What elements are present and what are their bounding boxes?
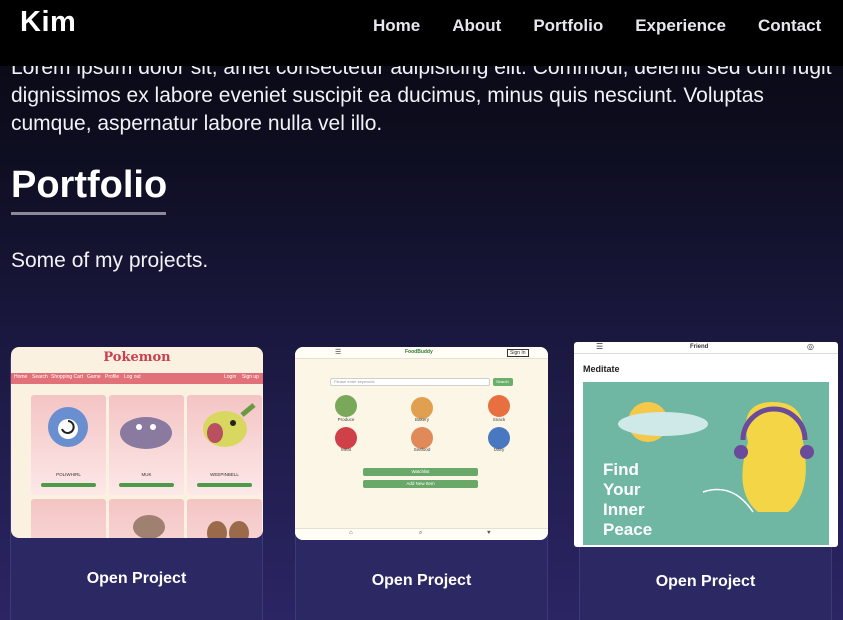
search-icon: ⌕: [419, 530, 423, 536]
shot-title: Pokemon: [103, 350, 171, 365]
nav-link-home[interactable]: Home: [373, 16, 420, 36]
shot-add-item-label: Add New Item: [406, 481, 435, 486]
menu-icon: ☰: [596, 342, 604, 351]
shot-nav-item: Game: [87, 374, 101, 380]
seafood-icon: [411, 427, 433, 449]
hero-line: Find: [603, 460, 639, 479]
intro-paragraph: Lorem ipsum dolor sit, amet consectetur …: [11, 56, 832, 135]
nav-link-about[interactable]: About: [452, 16, 501, 36]
shot-nav-item: Sign up: [242, 374, 259, 380]
pokemon-name: POLIWHIRL: [56, 472, 81, 477]
category-label: Snack: [492, 417, 506, 422]
menu-icon: ☰: [335, 349, 342, 356]
category-label: Seafood: [413, 447, 431, 452]
shot-hero: Find Your Inner Peace: [583, 382, 829, 545]
site-logo[interactable]: Kim: [20, 6, 76, 39]
bakery-icon: [411, 397, 433, 419]
pokemon-tile: [31, 499, 106, 538]
project-screenshot-foodbuddy[interactable]: ☰ FoodBuddy Sign In Please enter keyword…: [295, 347, 548, 540]
meat-icon: [335, 427, 357, 449]
shot-brand: FoodBuddy: [405, 349, 433, 355]
nav-link-experience[interactable]: Experience: [635, 16, 726, 36]
shot-bottom-bar: ⌂ ⌕ ♥: [295, 528, 548, 540]
navbar: Kim Home About Portfolio Experience Cont…: [0, 0, 843, 66]
shot-signin: Sign In: [507, 349, 529, 357]
category-label: Bakery: [414, 417, 429, 422]
pokemon-name: WEEPINBELL: [210, 472, 239, 477]
nav-links: Home About Portfolio Experience Contact: [373, 16, 821, 36]
add-to-cart-button: [41, 483, 96, 487]
user-icon: ◎: [807, 342, 814, 351]
shot-add-item-button: Add New Item: [363, 480, 478, 488]
snack-icon: [488, 395, 510, 417]
heading-underline: [11, 212, 166, 215]
shot-topbar: ☰ Friend ◎: [574, 342, 838, 354]
shot-nav-item: Shopping Cart: [51, 374, 83, 380]
category-label: Dairy: [493, 447, 505, 452]
muk-icon: [120, 417, 172, 449]
project-screenshot-meditate[interactable]: ☰ Friend ◎ Meditate Find Your Inner Peac…: [574, 342, 838, 547]
pokemon-tile: [187, 499, 262, 538]
pokemon-name: MUK: [141, 472, 152, 477]
hero-line: Your: [603, 480, 641, 499]
open-project-button[interactable]: Open Project: [580, 573, 831, 591]
portfolio-subtitle: Some of my projects.: [11, 249, 209, 272]
pokemon-tile: [109, 499, 184, 538]
home-icon: ⌂: [349, 530, 353, 536]
shot-nav-item: Login: [224, 374, 237, 380]
shot-brand: Friend: [690, 344, 709, 350]
poliwhirl-icon: [48, 407, 88, 447]
shot-topbar: ☰ FoodBuddy Sign In: [295, 347, 548, 359]
shot-watchlist-label: Watchlist: [411, 469, 430, 474]
project-screenshot-pokemon[interactable]: Pokemon Home Search Shopping Cart Game P…: [11, 347, 263, 538]
open-project-button[interactable]: Open Project: [296, 572, 547, 590]
shot-nav-item: Log out: [124, 374, 141, 380]
shot-nav-bar: Home Search Shopping Cart Game Profile L…: [11, 373, 263, 384]
portfolio-heading: Portfolio: [11, 164, 168, 206]
nav-link-portfolio[interactable]: Portfolio: [533, 16, 603, 36]
shot-search-button: Search: [493, 378, 513, 386]
shot-search-label: Search: [496, 379, 509, 384]
pokemon-tile: POLIWHIRL: [31, 395, 106, 495]
shot-section-title: Meditate: [583, 364, 620, 374]
open-project-button[interactable]: Open Project: [11, 570, 262, 588]
shot-search-field: Please enter keywords: [330, 378, 490, 386]
heart-icon: ♥: [487, 530, 491, 536]
pokemon-icon: [133, 515, 165, 538]
add-to-cart-button: [197, 483, 252, 487]
shot-nav-item: Home: [14, 374, 28, 380]
category-label: Produce: [337, 417, 355, 422]
category-label: Meat: [340, 447, 351, 452]
add-to-cart-button: [119, 483, 174, 487]
shot-search-placeholder: Please enter keywords: [334, 379, 375, 384]
pokemon-tile: MUK: [109, 395, 184, 495]
dairy-icon: [488, 427, 510, 449]
hero-line: Inner: [603, 500, 645, 519]
shot-nav-item: Search: [32, 374, 48, 380]
produce-icon: [335, 395, 357, 417]
hero-line: Peace: [603, 520, 653, 539]
shot-nav-item: Profile: [105, 374, 120, 380]
weepinbell-icon: [203, 403, 256, 447]
diglett-icon: [207, 521, 249, 538]
pokemon-tile: WEEPINBELL: [187, 395, 262, 495]
nav-link-contact[interactable]: Contact: [758, 16, 821, 36]
shot-watchlist-button: Watchlist: [363, 468, 478, 476]
